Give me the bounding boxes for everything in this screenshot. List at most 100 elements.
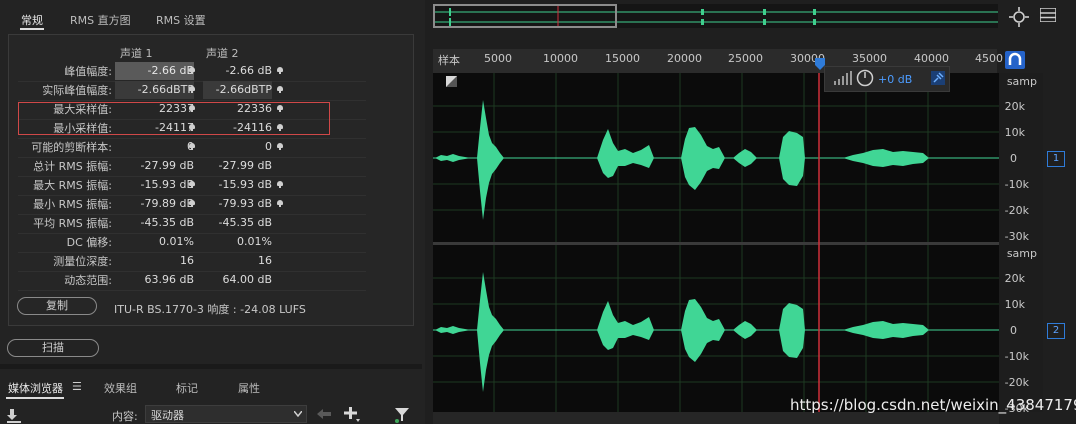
- tab-rms-histogram[interactable]: RMS 直方图: [70, 12, 131, 28]
- row-label: 可能的剪断样本:: [31, 141, 112, 154]
- table-row: 实际峰值幅度: -2.66dBTP -2.66dBTP: [18, 81, 366, 100]
- tab-rms-settings[interactable]: RMS 设置: [156, 12, 206, 28]
- channel-1-value[interactable]: -45.35 dB: [115, 214, 195, 232]
- volume-knob-icon[interactable]: [856, 69, 874, 87]
- column-header-channel-1: 声道 1: [120, 47, 153, 60]
- amplitude-tick-label: -20k: [1004, 204, 1029, 217]
- channel-2-value[interactable]: 64.00 dB: [203, 271, 272, 289]
- row-label: 总计 RMS 振幅:: [33, 160, 112, 173]
- waveform-display[interactable]: [433, 73, 999, 412]
- panel-divider[interactable]: [0, 364, 422, 369]
- waveform-canvas: [433, 73, 999, 412]
- pin-icon[interactable]: [277, 200, 283, 207]
- ruler-tick-label: 5000: [484, 52, 512, 65]
- row-label: 最大 RMS 振幅:: [33, 179, 112, 192]
- channel-1-value[interactable]: -15.93 dB: [115, 176, 195, 194]
- add-icon[interactable]: [343, 406, 361, 422]
- pin-icon[interactable]: [277, 181, 283, 188]
- download-icon[interactable]: [6, 407, 26, 423]
- pin-icon[interactable]: [189, 200, 195, 207]
- channel-2-value[interactable]: -15.93 dB: [203, 176, 273, 194]
- channel-2-value[interactable]: -45.35 dB: [203, 214, 273, 232]
- channel-2-value[interactable]: -2.66 dB: [203, 62, 273, 80]
- content-label: 内容:: [112, 410, 138, 423]
- ruler-tick-label: 35000: [852, 52, 887, 65]
- tab-general[interactable]: 常规: [21, 12, 43, 28]
- scan-button[interactable]: 扫描: [7, 339, 99, 357]
- tab-markers[interactable]: 标记: [176, 380, 198, 396]
- tab-media-browser[interactable]: 媒体浏览器: [8, 380, 63, 396]
- row-divider: [18, 290, 366, 291]
- tab-properties[interactable]: 属性: [238, 380, 260, 396]
- amplitude-tick-label: -10k: [1004, 178, 1029, 191]
- amplitude-tick-label: 20k: [1004, 272, 1025, 285]
- row-label: 动态范围:: [64, 274, 112, 287]
- magnet-snap-icon[interactable]: [1005, 51, 1025, 69]
- chevron-down-icon: [294, 411, 302, 417]
- amplitude-scale[interactable]: samp 20k 10k 0 -10k -20k -30k samp 20k 1…: [999, 73, 1043, 415]
- watermark-text: https://blog.csdn.net/weixin_43847179: [790, 396, 1076, 414]
- ruler-tick-label: 25000: [728, 52, 763, 65]
- tab-effects-rack[interactable]: 效果组: [104, 380, 137, 396]
- ruler-tick-label: 20000: [667, 52, 702, 65]
- channel-1-value[interactable]: -27.99 dB: [115, 157, 195, 175]
- channel-2-value[interactable]: -79.93 dB: [203, 195, 273, 213]
- channel-1-value[interactable]: 63.96 dB: [115, 271, 194, 289]
- channel-1-value[interactable]: -79.89 dB: [115, 195, 195, 213]
- channel-1-value[interactable]: 0.01%: [115, 233, 194, 251]
- channel-2-value[interactable]: 16: [203, 252, 272, 270]
- channel-1-value[interactable]: 0: [115, 138, 194, 156]
- overview-waveform: [433, 4, 998, 28]
- channel-2-value[interactable]: 0.01%: [203, 233, 272, 251]
- panel-menu-icon[interactable]: ☰: [72, 380, 82, 393]
- pin-hud-icon[interactable]: [931, 71, 945, 85]
- content-dropdown[interactable]: 驱动器: [145, 405, 307, 423]
- volume-gain-value: +0 dB: [878, 73, 913, 86]
- loudness-readout: ITU-R BS.1770-3 响度 : -24.08 LUFS: [114, 303, 306, 316]
- row-label: 平均 RMS 振幅:: [33, 217, 112, 230]
- amplitude-tick-label: -30k: [1004, 230, 1029, 243]
- back-arrow-icon[interactable]: [317, 409, 331, 419]
- amplitude-unit-label: samp: [1006, 247, 1037, 260]
- amplitude-tick-label: -10k: [1004, 350, 1029, 363]
- pin-icon[interactable]: [189, 181, 195, 188]
- pin-icon[interactable]: [189, 86, 195, 93]
- active-tab-indicator: [6, 397, 64, 399]
- column-header-channel-2: 声道 2: [206, 47, 239, 60]
- channel-2-value[interactable]: 0: [203, 138, 272, 156]
- pin-icon[interactable]: [189, 67, 195, 74]
- overview-navigator[interactable]: [433, 4, 998, 28]
- channel-2-value[interactable]: -2.66dBTP: [203, 81, 272, 99]
- table-row: 峰值幅度: -2.66 dB -2.66 dB: [18, 62, 366, 81]
- table-row: 平均 RMS 振幅: -45.35 dB -45.35 dB: [18, 214, 366, 233]
- copy-button[interactable]: 复制: [17, 297, 97, 315]
- row-label: 测量位深度:: [53, 255, 112, 268]
- row-label: DC 偏移:: [66, 236, 112, 249]
- channel-1-value[interactable]: -2.66dBTP: [115, 81, 194, 99]
- amplitude-tick-label: 10k: [1004, 126, 1025, 139]
- amplitude-unit-label: samp: [1006, 75, 1037, 88]
- zoom-icon[interactable]: [1008, 6, 1030, 28]
- active-tab-indicator: [20, 28, 44, 30]
- channel-2-value[interactable]: -27.99 dB: [203, 157, 273, 175]
- ruler-tick-label: 4500: [975, 52, 1003, 65]
- amplitude-tick-label: 0: [1010, 324, 1017, 337]
- channel-1-value[interactable]: -2.66 dB: [115, 62, 194, 80]
- ruler-tick-label: 15000: [605, 52, 640, 65]
- list-view-icon[interactable]: [1040, 8, 1056, 22]
- amplitude-tick-label: 20k: [1004, 100, 1025, 113]
- channel-1-value[interactable]: 16: [115, 252, 194, 270]
- ruler-tick-label: 10000: [543, 52, 578, 65]
- ruler-tick-label: 40000: [914, 52, 949, 65]
- pin-icon[interactable]: [277, 67, 283, 74]
- filter-icon[interactable]: [394, 407, 410, 423]
- table-row: DC 偏移: 0.01% 0.01%: [18, 233, 366, 252]
- pin-icon[interactable]: [277, 143, 283, 150]
- ruler-unit-label: 样本: [438, 54, 460, 67]
- pin-icon[interactable]: [277, 86, 283, 93]
- amplitude-statistics-panel: 常规 RMS 直方图 RMS 设置 声道 1 声道 2 峰值幅度: -2.66 …: [0, 0, 422, 424]
- channel-1-badge[interactable]: 1: [1047, 151, 1065, 167]
- table-row: 可能的剪断样本: 0 0: [18, 138, 366, 157]
- channel-2-badge[interactable]: 2: [1047, 323, 1065, 339]
- pin-icon[interactable]: [189, 143, 195, 150]
